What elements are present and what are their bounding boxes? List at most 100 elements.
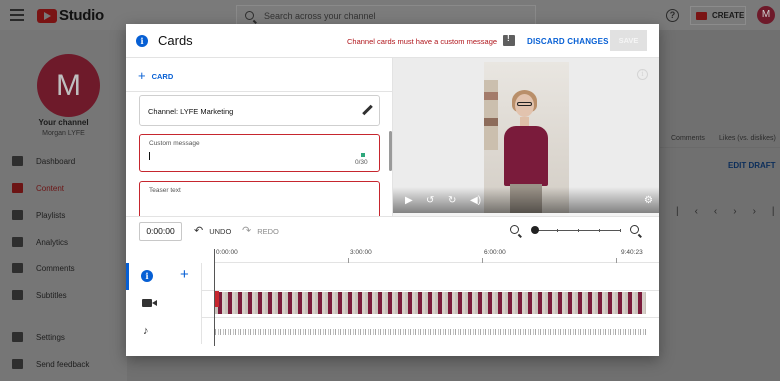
your-channel-label: Your channel (38, 118, 89, 127)
studio-logo[interactable]: Studio (37, 7, 104, 24)
timecode-input[interactable]: 0:00:00 (139, 222, 182, 241)
forward-icon[interactable]: ↻ (448, 196, 456, 206)
account-avatar[interactable]: M (757, 6, 775, 24)
redo-label: REDO (257, 226, 279, 236)
analytics-icon (12, 237, 23, 247)
zoom-tick (557, 229, 558, 232)
help-icon[interactable]: ? (666, 9, 679, 22)
zoom-slider-thumb[interactable] (531, 226, 539, 234)
gear-icon[interactable]: ⚙ (644, 196, 653, 206)
cards-info-icon: i (136, 35, 148, 47)
timeline-ruler[interactable]: 0:00:00 3:00:00 6:00:00 9:40:23 (214, 246, 659, 263)
play-icon[interactable]: ▶ (405, 196, 413, 206)
zoom-tick (620, 229, 621, 232)
shelf (484, 118, 498, 126)
zoom-tick (599, 229, 600, 232)
add-card-button[interactable]: + CARD (138, 68, 173, 83)
audio-track-icon: ♪ (143, 325, 149, 337)
zoom-out-icon[interactable] (510, 225, 519, 234)
ruler-label: 0:00:00 (216, 249, 238, 256)
audio-waveform (215, 329, 646, 335)
sidebar-item-label: Comments (36, 263, 75, 273)
zoom-tick (578, 229, 579, 232)
edit-pencil-icon[interactable] (362, 105, 373, 116)
divider (126, 91, 392, 92)
create-camera-icon (696, 11, 707, 20)
subtitles-icon (12, 290, 23, 300)
video-player[interactable]: i ▶ ↺ ↻ ◀) ⚙ (393, 58, 659, 213)
person-glasses (517, 102, 532, 106)
grammar-check-icon (361, 153, 365, 157)
redo-icon: ↷ (242, 225, 252, 237)
create-button[interactable]: CREATE (690, 6, 746, 25)
playhead[interactable] (214, 249, 215, 346)
column-header-comments[interactable]: Comments (671, 135, 705, 142)
sidebar-item-comments[interactable]: Comments (0, 259, 127, 277)
save-button[interactable]: SAVE (610, 30, 647, 51)
dialog-header: i Cards Channel cards must have a custom… (126, 24, 659, 58)
plus-icon: + (138, 68, 146, 83)
sidebar-item-settings[interactable]: Settings (0, 328, 127, 346)
create-label: CREATE (712, 11, 745, 20)
feedback-icon[interactable] (503, 34, 515, 46)
track-headers: i + ♪ (126, 263, 202, 344)
cards-list-pane: + CARD Channel: LYFE Marketing Custom me… (126, 58, 393, 216)
undo-icon: ↶ (194, 225, 204, 237)
search-icon (245, 11, 254, 20)
pagination-controls[interactable]: |‹‹››| (676, 206, 780, 217)
rewind-icon[interactable]: ↺ (426, 196, 434, 206)
timeline-toolbar: 0:00:00 ↶ UNDO ↷ REDO (126, 216, 659, 246)
video-filmstrip[interactable] (215, 292, 646, 314)
hamburger-menu-icon[interactable] (10, 9, 24, 21)
volume-icon[interactable]: ◀) (470, 196, 481, 206)
search-input[interactable]: Search across your channel (236, 5, 536, 26)
comments-icon (12, 263, 23, 273)
zoom-in-icon[interactable] (630, 225, 639, 234)
video-preview-pane: i ▶ ↺ ↻ ◀) ⚙ (393, 58, 659, 216)
sidebar-item-send-feedback[interactable]: Send feedback (0, 355, 127, 373)
ruler-tick (616, 258, 617, 263)
teaser-text-field[interactable]: Teaser text (139, 181, 380, 216)
channel-avatar[interactable]: M (37, 54, 100, 117)
video-track-icon (142, 299, 157, 307)
youtube-logo-icon (37, 8, 57, 23)
active-track-indicator (126, 263, 129, 290)
sidebar: M Your channel Morgan LYFE Dashboard Con… (0, 30, 127, 381)
sidebar-item-label: Content (36, 183, 65, 193)
ruler-label: 9:40:23 (621, 249, 643, 256)
channel-card-title: Channel: LYFE Marketing (148, 107, 234, 116)
shelf (484, 92, 498, 100)
custom-message-field[interactable]: Custom message 0/30 (139, 134, 380, 172)
sidebar-item-label: Subtitles (36, 290, 67, 300)
sidebar-item-label: Send feedback (36, 359, 90, 369)
video-info-icon[interactable]: i (637, 69, 648, 80)
ruler-tick (482, 258, 483, 263)
shelf (484, 80, 498, 150)
discard-changes-button[interactable]: DISCARD CHANGES (527, 37, 609, 46)
sidebar-item-subtitles[interactable]: Subtitles (0, 286, 127, 304)
teaser-text-label: Teaser text (149, 187, 181, 194)
sidebar-item-playlists[interactable]: Playlists (0, 206, 127, 224)
undo-label: UNDO (209, 226, 232, 236)
ruler-tick (348, 258, 349, 263)
gear-icon (12, 332, 23, 342)
ruler-label: 6:00:00 (484, 249, 506, 256)
edit-draft-button[interactable]: EDIT DRAFT (728, 161, 776, 170)
feedback-icon (12, 359, 23, 369)
dashboard-icon (12, 156, 23, 166)
divider (660, 147, 780, 148)
sidebar-item-analytics[interactable]: Analytics (0, 233, 127, 251)
person-body (504, 126, 548, 186)
character-counter: 0/30 (355, 159, 368, 166)
scrollbar[interactable] (389, 131, 392, 171)
sidebar-item-label: Settings (36, 332, 65, 342)
add-card-plus-icon[interactable]: + (180, 266, 189, 283)
undo-button[interactable]: ↶ UNDO (194, 225, 232, 237)
column-header-likes[interactable]: Likes (vs. dislikes) (719, 135, 776, 142)
dialog-title: Cards (158, 33, 193, 48)
channel-card[interactable]: Channel: LYFE Marketing (139, 95, 380, 126)
sidebar-item-dashboard[interactable]: Dashboard (0, 152, 127, 170)
redo-button[interactable]: ↷ REDO (242, 225, 279, 237)
text-caret (149, 152, 150, 160)
sidebar-item-content[interactable]: Content (0, 179, 127, 197)
